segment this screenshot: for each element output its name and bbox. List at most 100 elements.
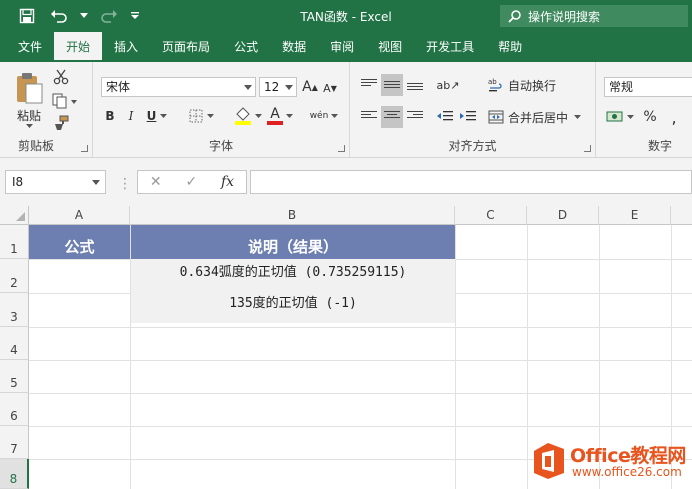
font-color-glyph: A bbox=[270, 106, 280, 122]
format-painter-icon[interactable] bbox=[52, 114, 70, 132]
paste-dropdown-icon bbox=[25, 124, 33, 128]
enter-icon[interactable]: ✓ bbox=[185, 174, 197, 190]
row-header-8[interactable]: 8 bbox=[0, 459, 29, 489]
worksheet-grid[interactable]: A B C D E 1 2 3 4 5 6 7 8 公式 说明（结果） 0.63… bbox=[0, 206, 692, 489]
underline-button[interactable]: U bbox=[143, 106, 171, 126]
tab-file[interactable]: 文件 bbox=[6, 32, 54, 62]
cell-b2[interactable]: 0.634弧度的正切值 (0.735259115) bbox=[131, 261, 455, 281]
tab-page-layout[interactable]: 页面布局 bbox=[150, 32, 222, 62]
merge-center-button[interactable]: 合并后居中 bbox=[488, 106, 592, 128]
tab-formulas[interactable]: 公式 bbox=[222, 32, 270, 62]
align-center-icon[interactable] bbox=[381, 106, 403, 128]
row-header-2[interactable]: 2 bbox=[0, 259, 29, 293]
paste-button[interactable]: 粘贴 bbox=[10, 68, 48, 132]
office-logo-icon bbox=[534, 443, 564, 479]
increase-font-size-icon[interactable]: A ▲ bbox=[301, 76, 319, 98]
column-header-b[interactable]: B bbox=[130, 206, 455, 225]
font-name-select[interactable]: 宋体 bbox=[101, 77, 256, 97]
row-number-6: 6 bbox=[10, 409, 18, 423]
font-group-label: 字体 bbox=[208, 139, 233, 153]
tab-insert[interactable]: 插入 bbox=[102, 32, 150, 62]
row-number-7: 7 bbox=[10, 442, 18, 456]
phonetic-dropdown-icon bbox=[331, 113, 339, 118]
column-header-f[interactable] bbox=[671, 206, 692, 225]
comma-style-icon[interactable]: , bbox=[664, 106, 684, 128]
select-all-button[interactable] bbox=[0, 206, 29, 225]
copy-icon[interactable] bbox=[52, 92, 78, 110]
align-middle-icon[interactable] bbox=[381, 74, 403, 96]
search-icon bbox=[508, 10, 521, 23]
column-header-a[interactable]: A bbox=[29, 206, 130, 225]
column-header-c[interactable]: C bbox=[455, 206, 527, 225]
align-bottom-icon[interactable] bbox=[404, 74, 426, 96]
row-number-3: 3 bbox=[10, 310, 18, 324]
formula-input[interactable] bbox=[250, 170, 692, 194]
font-launcher-icon[interactable] bbox=[338, 145, 345, 152]
font-size-select[interactable]: 12 bbox=[259, 77, 297, 97]
align-right-icon[interactable] bbox=[404, 106, 426, 128]
merge-dropdown-icon bbox=[574, 114, 582, 119]
font-color-button[interactable]: A bbox=[265, 104, 295, 128]
clipboard-launcher-icon[interactable] bbox=[81, 145, 88, 152]
cell-b1[interactable]: 说明（结果） bbox=[131, 225, 455, 259]
row-header-7[interactable]: 7 bbox=[0, 426, 29, 459]
column-header-d[interactable]: D bbox=[527, 206, 599, 225]
bold-button[interactable]: B bbox=[101, 106, 119, 126]
accounting-dropdown-icon bbox=[627, 114, 634, 119]
cancel-icon[interactable]: ✕ bbox=[150, 174, 162, 190]
tell-me-search[interactable]: 操作说明搜索 bbox=[500, 5, 688, 27]
align-top-icon[interactable] bbox=[358, 74, 380, 96]
number-group: 常规 % , 数字 bbox=[596, 62, 692, 158]
tab-help[interactable]: 帮助 bbox=[486, 32, 534, 62]
percent-style-button[interactable]: % bbox=[640, 106, 660, 128]
ribbon-tabs: 文件 开始 插入 页面布局 公式 数据 审阅 视图 开发工具 帮助 bbox=[0, 32, 692, 62]
cell-a1[interactable]: 公式 bbox=[29, 225, 130, 259]
cut-icon[interactable] bbox=[52, 68, 70, 86]
column-header-e[interactable]: E bbox=[599, 206, 671, 225]
alignment-group: ab↗ ab 自动换行 合并后居中 对齐方式 bbox=[350, 62, 596, 158]
tab-developer[interactable]: 开发工具 bbox=[414, 32, 486, 62]
phonetic-guide-button[interactable]: wén bbox=[307, 104, 341, 128]
formula-bar-splitter[interactable]: ⋮ bbox=[118, 176, 132, 192]
borders-icon bbox=[189, 109, 202, 123]
wrap-text-label: 自动换行 bbox=[508, 78, 557, 93]
underline-glyph: U bbox=[146, 109, 157, 123]
fill-color-button[interactable] bbox=[233, 104, 263, 128]
decrease-indent-icon[interactable] bbox=[434, 106, 456, 128]
accounting-format-button[interactable] bbox=[604, 106, 636, 128]
tab-review[interactable]: 审阅 bbox=[318, 32, 366, 62]
tell-me-label: 操作说明搜索 bbox=[528, 9, 601, 24]
orientation-icon[interactable]: ab↗ bbox=[434, 74, 462, 96]
increase-indent-icon[interactable] bbox=[457, 106, 479, 128]
borders-button[interactable] bbox=[187, 106, 215, 126]
formula-buttons: ✕ ✓ fx bbox=[137, 170, 247, 194]
row-header-6[interactable]: 6 bbox=[0, 393, 29, 426]
font-size-value: 12 bbox=[264, 80, 280, 94]
decrease-font-size-icon[interactable]: A ▼ bbox=[321, 78, 339, 98]
number-format-value: 常规 bbox=[609, 80, 634, 94]
font-group: 宋体 12 A ▲ A ▼ B I U A wén 字体 bbox=[93, 62, 350, 158]
name-box[interactable]: I8 bbox=[5, 170, 106, 194]
number-format-select[interactable]: 常规 bbox=[604, 77, 692, 97]
row-number-5: 5 bbox=[10, 376, 18, 390]
tab-view[interactable]: 视图 bbox=[366, 32, 414, 62]
wrap-text-button[interactable]: ab 自动换行 bbox=[488, 74, 588, 96]
phonetic-glyph: wén bbox=[309, 111, 329, 121]
font-color-bar bbox=[267, 121, 283, 125]
wrap-text-icon: ab bbox=[488, 78, 502, 92]
cell-b3[interactable]: 135度的正切值 (-1) bbox=[131, 292, 455, 312]
tab-data[interactable]: 数据 bbox=[270, 32, 318, 62]
italic-button[interactable]: I bbox=[122, 106, 140, 126]
alignment-launcher-icon[interactable] bbox=[584, 145, 591, 152]
tab-home[interactable]: 开始 bbox=[54, 32, 103, 62]
row-header-5[interactable]: 5 bbox=[0, 360, 29, 393]
align-left-icon[interactable] bbox=[358, 106, 380, 128]
row-header-3[interactable]: 3 bbox=[0, 293, 29, 327]
gridline-h bbox=[29, 327, 692, 328]
grow-glyph: A bbox=[302, 79, 312, 95]
title-bar: TAN函数 - Excel 操作说明搜索 bbox=[0, 0, 692, 32]
svg-text:ab: ab bbox=[488, 78, 497, 86]
row-header-1[interactable]: 1 bbox=[0, 225, 29, 259]
row-header-4[interactable]: 4 bbox=[0, 327, 29, 360]
insert-function-button[interactable]: fx bbox=[221, 174, 234, 190]
